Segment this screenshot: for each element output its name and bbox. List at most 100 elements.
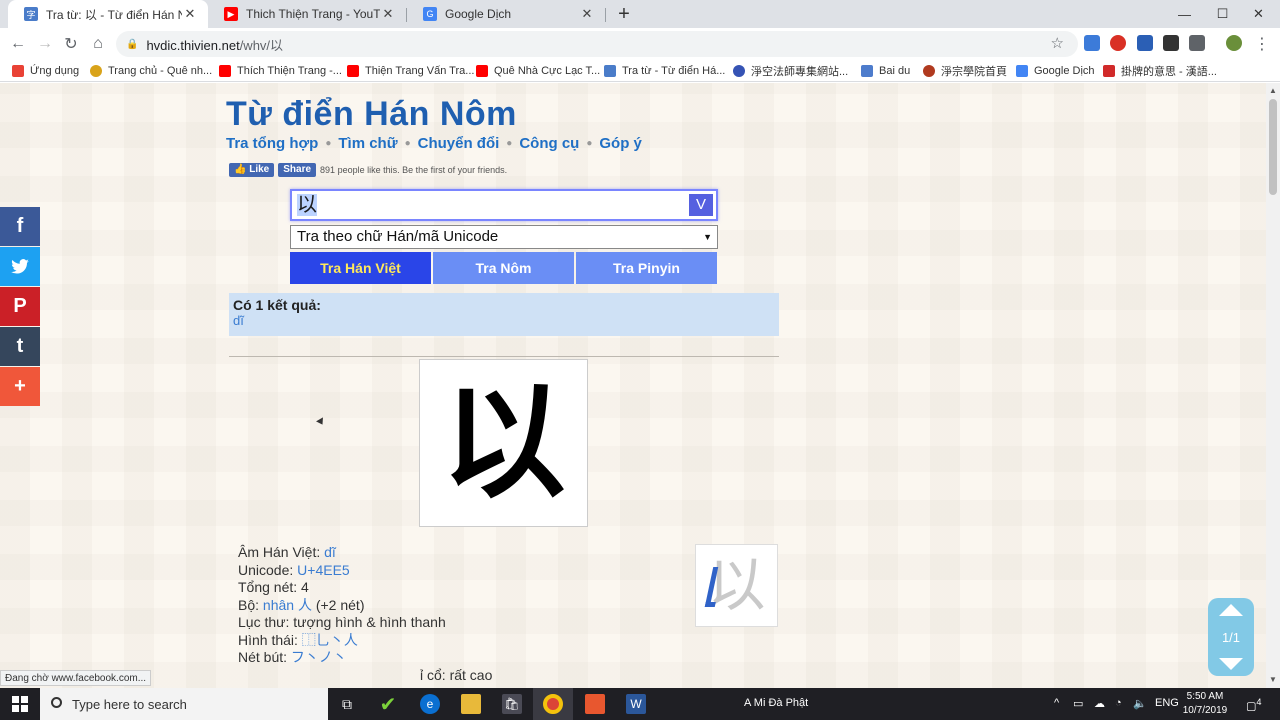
bookmark-apps[interactable]: Ứng dụng <box>12 63 79 79</box>
close-tab-icon[interactable]: ✕ <box>380 6 396 22</box>
bookmark-item[interactable]: 淨空法師專集網站... <box>733 63 848 79</box>
tray-chevron-icon[interactable]: ^ <box>1054 697 1059 709</box>
facebook-share-icon[interactable]: f <box>0 207 40 246</box>
tab-youtube[interactable]: ▶ Thich Thiện Trang - YouTube ✕ <box>208 0 406 28</box>
clock-date: 10/7/2019 <box>1182 705 1228 716</box>
close-tab-icon[interactable]: ✕ <box>579 6 595 22</box>
clock-time: 5:50 AM <box>1186 691 1224 702</box>
bookmark-item[interactable]: Quê Nhà Cực Lạc T... <box>476 63 600 79</box>
search-icon <box>51 697 62 708</box>
search-input[interactable]: 以 V <box>290 189 718 221</box>
result-link[interactable]: dĩ <box>233 313 775 328</box>
twitter-share-icon[interactable] <box>0 247 40 286</box>
start-button[interactable] <box>0 688 40 720</box>
menu-icon[interactable]: ⋮ <box>1250 32 1274 56</box>
tab-title: Thich Thiện Trang - YouTube <box>246 7 380 21</box>
nav-tim-chu[interactable]: Tìm chữ <box>338 135 397 152</box>
volume-icon[interactable]: 🔈 <box>1133 697 1147 710</box>
bookmark-item[interactable]: Thiện Trang Vấn Tra... <box>347 63 474 79</box>
nav-tra-tong-hop[interactable]: Tra tổng hợp <box>226 135 318 152</box>
character-glyph: 以 <box>441 371 566 515</box>
scroll-down-arrow-icon[interactable]: ▼ <box>1269 675 1277 684</box>
forward-icon[interactable]: → <box>33 32 57 56</box>
chrome-icon[interactable] <box>543 694 563 714</box>
facebook-like-row: 👍 Like Share 891 people like this. Be th… <box>229 163 507 177</box>
language-indicator[interactable]: ENG <box>1155 697 1179 709</box>
bookmark-item[interactable]: Thích Thiện Trang -... <box>219 63 342 79</box>
close-tab-icon[interactable]: ✕ <box>182 6 198 22</box>
close-window-button[interactable]: ✕ <box>1236 0 1280 28</box>
clock[interactable]: 5:50 AM 10/7/2019 <box>1182 690 1228 718</box>
scroll-up-arrow-icon[interactable]: ▲ <box>1269 86 1277 95</box>
tab-hvdic[interactable]: 字 Tra từ: 以 - Từ điển Hán Nôm ✕ <box>8 0 208 28</box>
tab-separator <box>605 8 606 22</box>
hinh-thai-link[interactable]: ⿰⺃丶人 <box>302 632 358 648</box>
virtual-keyboard-button[interactable]: V <box>689 194 713 216</box>
pinterest-share-icon[interactable]: P <box>0 287 40 326</box>
fb-like-button[interactable]: 👍 Like <box>229 163 275 177</box>
page-scrollbar[interactable]: ▲ ▼ <box>1266 83 1280 688</box>
checkmark-app-icon[interactable]: ✔ <box>378 694 398 716</box>
extension-icon[interactable] <box>1163 35 1179 51</box>
adblock-icon[interactable] <box>1110 35 1126 51</box>
search-mode-select[interactable]: Tra theo chữ Hán/mã Unicode ▼ <box>290 225 718 249</box>
facebook-extension-icon[interactable] <box>1189 35 1205 51</box>
word-icon[interactable]: W <box>626 694 646 714</box>
bookmark-star-icon[interactable]: ☆ <box>1051 34 1064 52</box>
back-icon[interactable]: ← <box>6 32 30 56</box>
unicode-link[interactable]: U+4EE5 <box>297 562 350 578</box>
bookmark-label: 掛牌的意思 - 漢語... <box>1121 66 1217 78</box>
avatar[interactable] <box>1226 35 1242 51</box>
download-extension-icon[interactable] <box>1137 35 1153 51</box>
notification-icon[interactable]: ▢4 <box>1246 697 1262 713</box>
extension-icon[interactable] <box>1084 35 1100 51</box>
tab-google-translate[interactable]: G Google Dịch ✕ <box>407 0 605 28</box>
bookmarks-bar: Ứng dụng Trang chủ - Quê nh... Thích Thi… <box>0 60 1280 82</box>
youtube-icon <box>219 65 231 77</box>
nav-separator: ● <box>506 138 513 149</box>
net-but-link[interactable]: フ丶ノ丶 <box>291 649 347 665</box>
wifi-icon[interactable]: ◔ <box>1115 697 1122 709</box>
page-navigator[interactable]: 1/1 <box>1208 598 1254 676</box>
tra-han-viet-button[interactable]: Tra Hán Việt <box>290 252 431 284</box>
bookmark-label: Bai du <box>879 65 911 77</box>
tra-nom-button[interactable]: Tra Nôm <box>433 252 574 284</box>
taskbar-search[interactable]: Type here to search <box>40 688 328 720</box>
site-title[interactable]: Từ điển Hán Nôm <box>226 95 517 134</box>
edge-icon[interactable]: e <box>420 694 440 714</box>
radical-link[interactable]: nhân 人 <box>263 597 312 613</box>
nav-chuyen-doi[interactable]: Chuyển đổi <box>418 135 500 152</box>
task-view-icon[interactable]: ⧉ <box>337 694 357 714</box>
fb-share-button[interactable]: Share <box>278 163 317 177</box>
bookmark-item[interactable]: Trang chủ - Quê nh... <box>90 63 212 79</box>
bookmark-item[interactable]: Bai du <box>861 63 910 79</box>
file-explorer-icon[interactable] <box>461 694 481 714</box>
nav-cong-cu[interactable]: Công cụ <box>519 135 579 152</box>
stroke-animation[interactable]: 以 <box>695 544 778 627</box>
reload-icon[interactable]: ↻ <box>59 32 83 56</box>
store-icon[interactable]: 🛍 <box>502 694 522 714</box>
screen-recorder-icon[interactable] <box>585 694 605 714</box>
running-app-label[interactable]: A Mi Đà Phật <box>744 697 808 709</box>
bookmark-item[interactable]: 掛牌的意思 - 漢語... <box>1103 63 1217 79</box>
status-bar: Đang chờ www.facebook.com... <box>0 670 152 686</box>
scroll-down-icon[interactable] <box>1219 658 1243 670</box>
home-icon[interactable]: ⌂ <box>86 32 110 56</box>
apps-icon <box>12 65 24 77</box>
am-han-viet-link[interactable]: dĩ <box>324 544 336 560</box>
scroll-up-icon[interactable] <box>1219 604 1243 616</box>
bookmark-item[interactable]: Tra từ - Từ điển Há... <box>604 63 725 79</box>
new-tab-button[interactable]: + <box>614 3 634 25</box>
tab-title: Google Dịch <box>445 7 512 21</box>
address-bar[interactable]: 🔒 hvdic.thivien.net/whv/以 ☆ <box>116 31 1078 57</box>
more-share-icon[interactable]: + <box>0 367 40 406</box>
battery-icon[interactable]: ▭ <box>1073 697 1083 710</box>
bookmark-item[interactable]: 淨宗學院首頁 <box>923 63 1007 79</box>
onedrive-icon[interactable]: ☁ <box>1094 697 1105 710</box>
tumblr-share-icon[interactable]: t <box>0 327 40 366</box>
nav-gop-y[interactable]: Góp ý <box>599 135 642 152</box>
bookmark-item[interactable]: Google Dịch <box>1016 63 1095 79</box>
tra-pinyin-button[interactable]: Tra Pinyin <box>576 252 717 284</box>
youtube-icon: ▶ <box>224 7 238 21</box>
scrollbar-thumb[interactable] <box>1269 99 1277 195</box>
